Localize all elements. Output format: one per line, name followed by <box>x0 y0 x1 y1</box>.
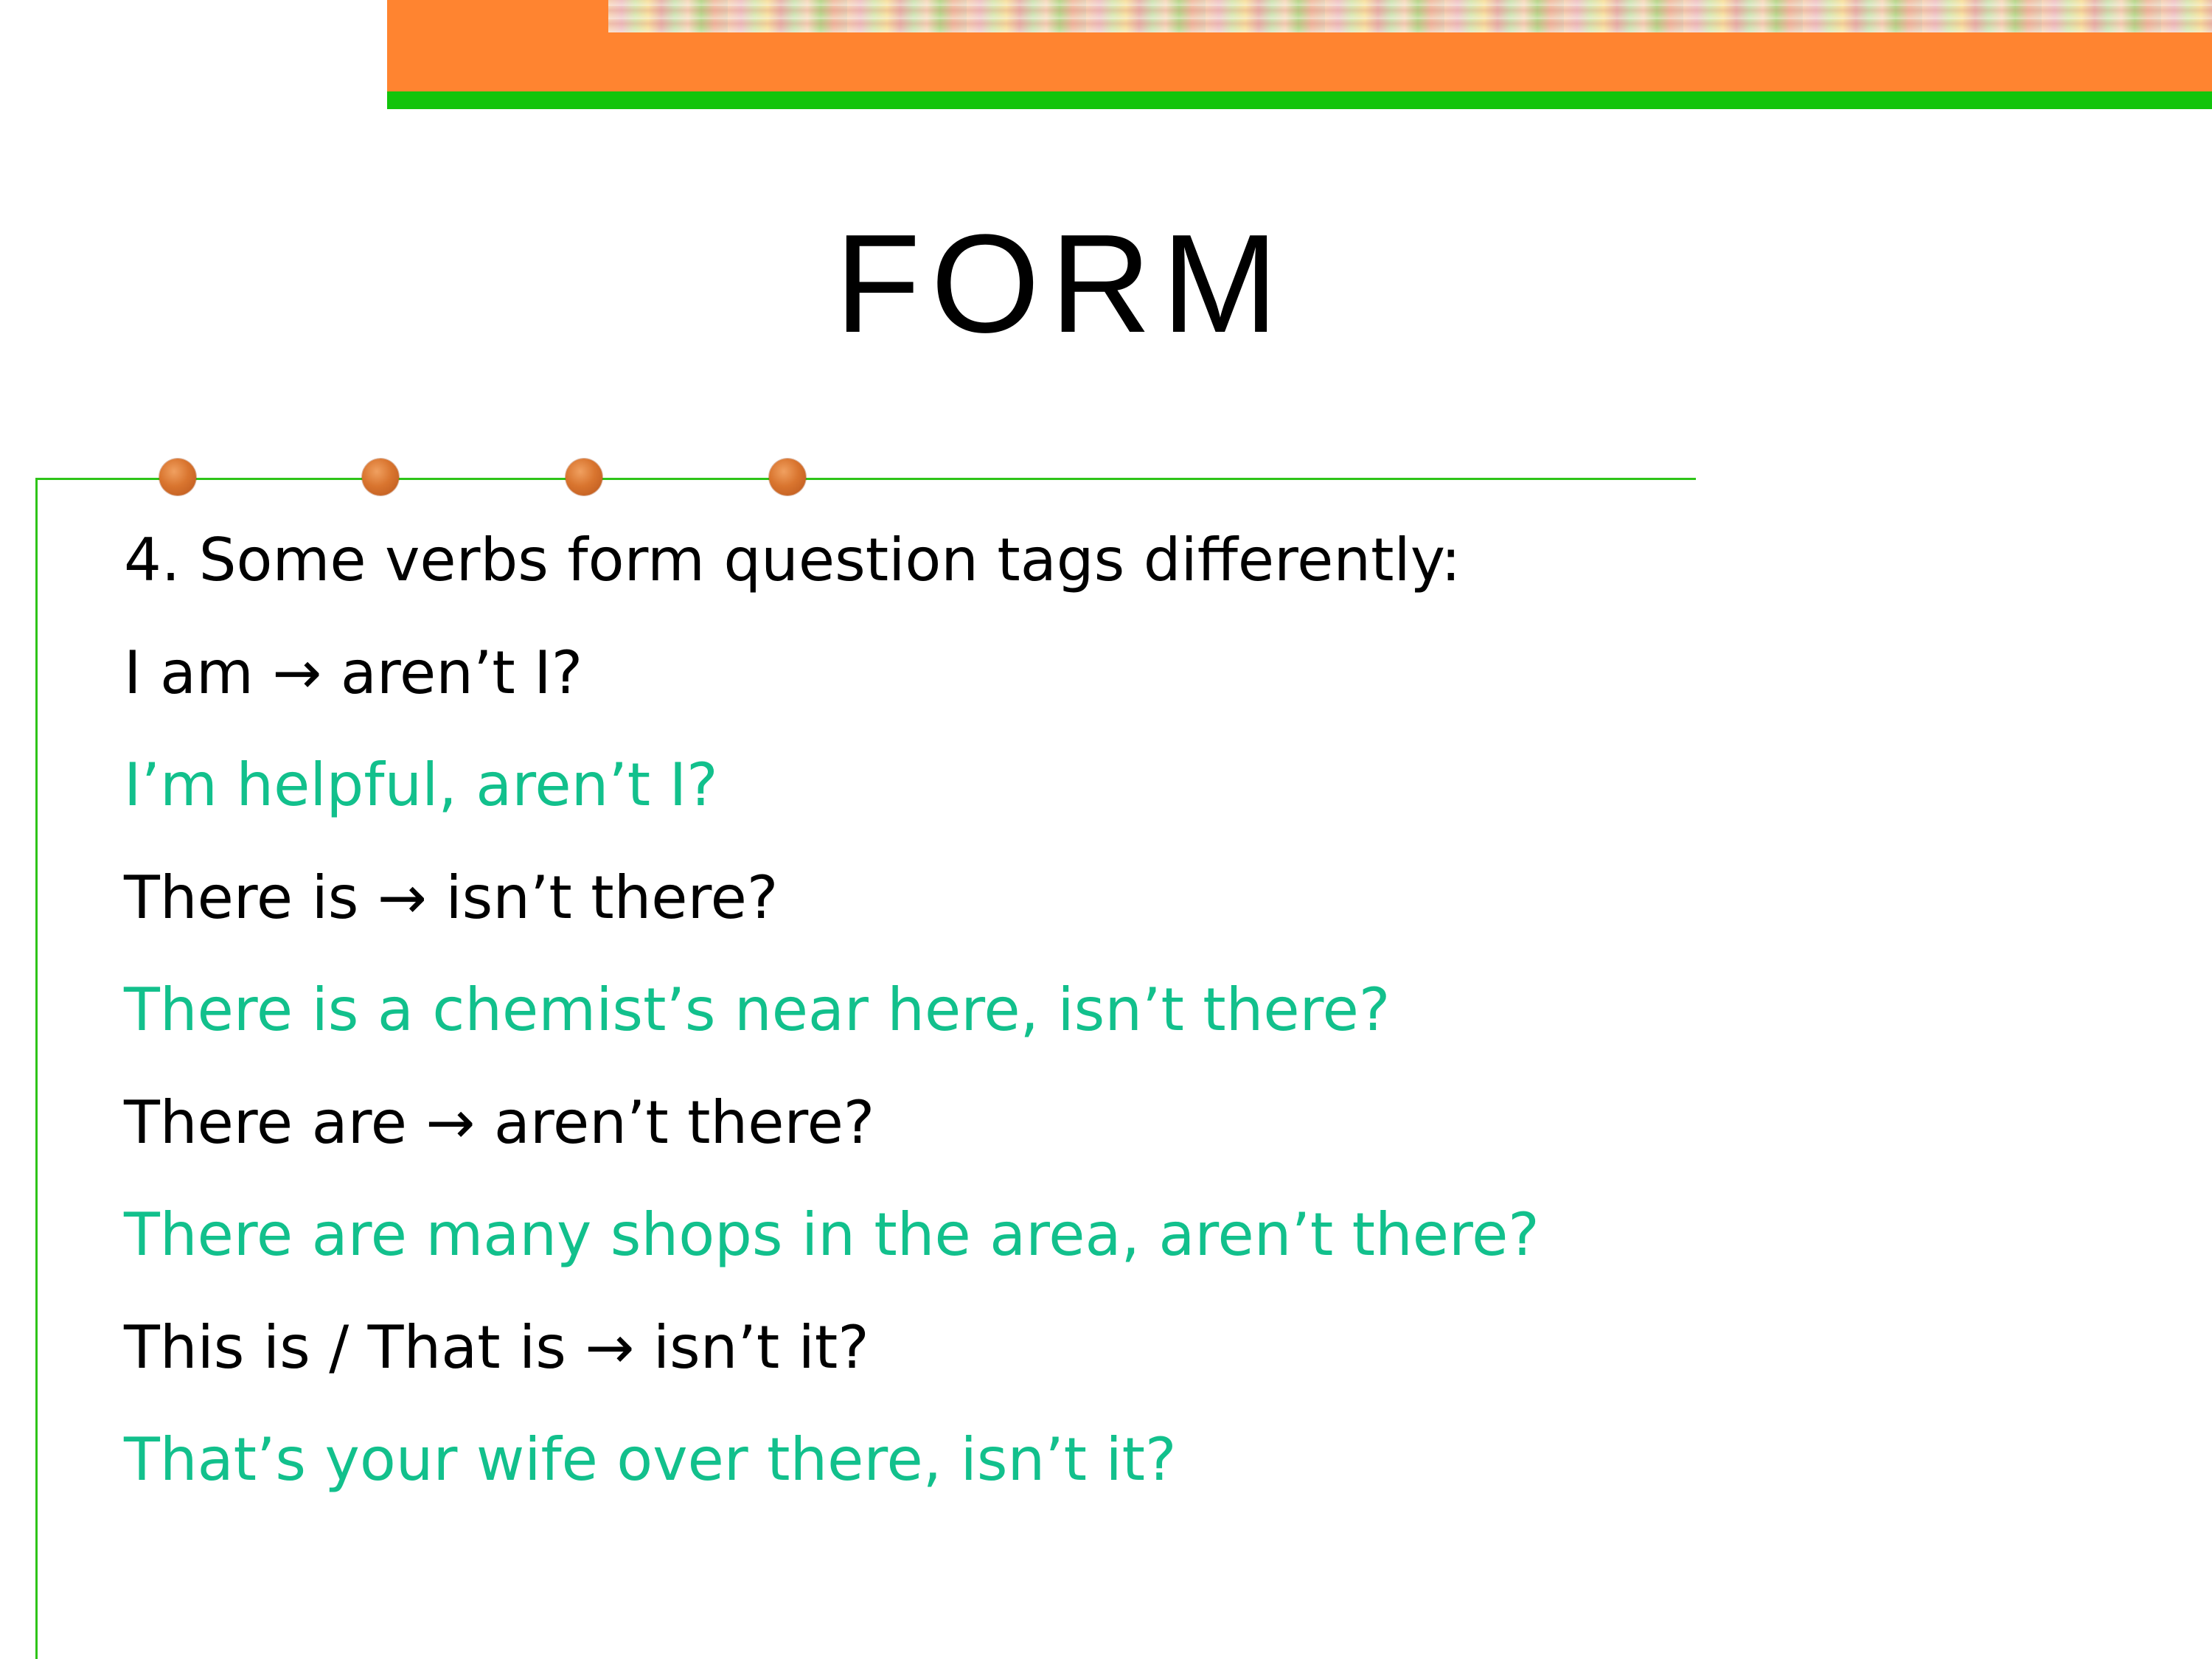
left-border-line <box>35 478 38 1659</box>
banner-floral-pattern <box>608 0 2212 32</box>
decorative-dot-1 <box>159 459 196 495</box>
rule-this-that: This is / That is → isn’t it? <box>124 1312 869 1382</box>
rule-intro: 4. Some verbs form question tags differe… <box>124 526 1461 594</box>
divider-line <box>35 478 1696 480</box>
decorative-dot-2 <box>362 459 399 495</box>
example-this-that: That’s your wife over there, isn’t it? <box>124 1425 1177 1494</box>
slide-body: 4. Some verbs form question tags differe… <box>124 531 2041 1543</box>
decorative-dot-4 <box>769 459 806 495</box>
slide-title: FORM <box>835 206 1289 362</box>
rule-there-is: There is → isn’t there? <box>124 863 779 932</box>
banner-green-stripe <box>387 91 2212 109</box>
example-there-is: There is a chemist’s near here, isn’t th… <box>124 975 1391 1044</box>
header-banner <box>387 0 2212 109</box>
decorative-dot-3 <box>566 459 602 495</box>
rule-i-am: I am → aren’t I? <box>124 638 583 707</box>
example-there-are: There are many shops in the area, aren’t… <box>124 1200 1540 1269</box>
rule-there-are: There are → aren’t there? <box>124 1088 875 1157</box>
example-i-am: I’m helpful, aren’t I? <box>124 751 718 819</box>
